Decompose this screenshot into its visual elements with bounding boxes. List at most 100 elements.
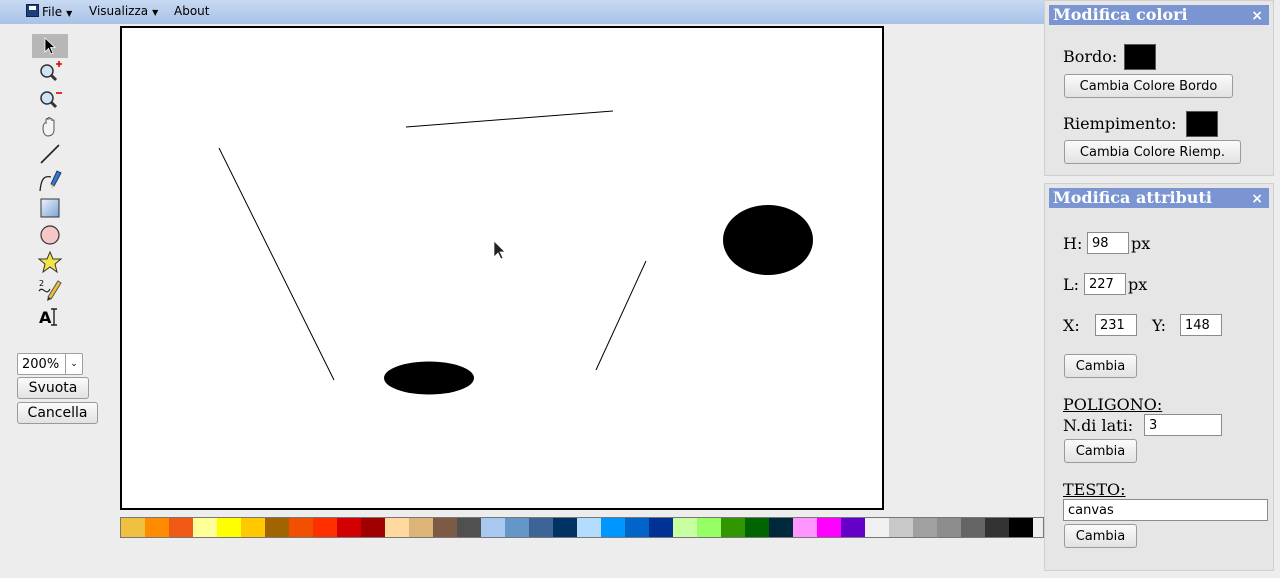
close-icon[interactable]: × — [1251, 6, 1263, 26]
rectangle-icon — [40, 198, 60, 218]
pencil-icon: 2 — [38, 279, 62, 301]
change-polygon-button[interactable]: Cambia — [1064, 439, 1137, 463]
zoom-select[interactable]: 200% ⌄ — [17, 353, 83, 375]
text-input[interactable]: canvas — [1063, 499, 1268, 521]
change-border-color-button[interactable]: Cambia Colore Bordo — [1064, 74, 1233, 98]
palette-swatch[interactable] — [241, 518, 265, 537]
palette-swatch[interactable] — [265, 518, 289, 537]
palette-swatch[interactable] — [337, 518, 361, 537]
palette-swatch[interactable] — [169, 518, 193, 537]
close-icon[interactable]: × — [1251, 189, 1263, 209]
palette-swatch[interactable] — [889, 518, 913, 537]
sides-input[interactable]: 3 — [1144, 414, 1222, 436]
palette-swatch[interactable] — [1009, 518, 1033, 537]
palette-swatch[interactable] — [793, 518, 817, 537]
line-tool[interactable] — [32, 142, 68, 166]
circle-icon — [40, 225, 60, 245]
palette-swatch[interactable] — [817, 518, 841, 537]
palette-swatch[interactable] — [721, 518, 745, 537]
palette-swatch[interactable] — [361, 518, 385, 537]
palette-swatch[interactable] — [457, 518, 481, 537]
border-label: Bordo: — [1063, 47, 1118, 66]
drawing-canvas[interactable] — [120, 26, 884, 510]
change-fill-color-button[interactable]: Cambia Colore Riemp. — [1064, 140, 1241, 164]
x-label: X: — [1063, 316, 1080, 335]
text-tool[interactable]: A — [32, 305, 68, 329]
palette-swatch[interactable] — [433, 518, 457, 537]
palette-swatch[interactable] — [121, 518, 145, 537]
palette-swatch[interactable] — [385, 518, 409, 537]
ellipse-shape[interactable] — [384, 361, 474, 395]
palette-swatch[interactable] — [193, 518, 217, 537]
width-label: L: — [1063, 275, 1080, 294]
palette-swatch[interactable] — [937, 518, 961, 537]
border-color-swatch — [1124, 44, 1156, 70]
palette-swatch[interactable] — [673, 518, 697, 537]
x-input[interactable]: 231 — [1095, 314, 1137, 336]
palette-swatch[interactable] — [697, 518, 721, 537]
height-unit: px — [1131, 234, 1151, 253]
about-menu[interactable]: About — [174, 4, 209, 18]
chevron-down-icon: ▼ — [66, 9, 73, 18]
palette-swatch[interactable] — [313, 518, 337, 537]
fill-label: Riempimento: — [1063, 114, 1177, 133]
palette-swatch[interactable] — [529, 518, 553, 537]
line-shape[interactable] — [595, 260, 647, 371]
pen-curve-icon — [39, 170, 62, 192]
delete-button[interactable]: Cancella — [17, 402, 98, 424]
pan-tool[interactable] — [32, 115, 68, 139]
palette-swatch[interactable] — [481, 518, 505, 537]
palette-swatch[interactable] — [961, 518, 985, 537]
polyline-tool[interactable] — [32, 169, 68, 193]
polygon-tool[interactable] — [32, 250, 68, 274]
zoom-in-tool[interactable] — [32, 60, 68, 84]
mouse-cursor-icon — [493, 240, 506, 260]
palette-swatch[interactable] — [865, 518, 889, 537]
change-attributes-button[interactable]: Cambia — [1064, 354, 1137, 378]
palette-swatch[interactable] — [913, 518, 937, 537]
width-unit: px — [1128, 275, 1148, 294]
view-menu[interactable]: Visualizza ▼ — [89, 4, 158, 18]
palette-swatch[interactable] — [625, 518, 649, 537]
width-input[interactable]: 227 — [1084, 273, 1126, 295]
ellipse-shape[interactable] — [723, 205, 813, 275]
select-tool[interactable] — [32, 34, 68, 58]
line-shape[interactable] — [405, 110, 614, 128]
svg-text:A: A — [39, 308, 52, 327]
palette-swatch[interactable] — [985, 518, 1009, 537]
palette-swatch[interactable] — [649, 518, 673, 537]
colors-panel: Modifica colori × Bordo: Cambia Colore B… — [1044, 0, 1274, 176]
canvas-shapes — [218, 110, 813, 395]
palette-swatch[interactable] — [769, 518, 793, 537]
clear-button[interactable]: Svuota — [17, 377, 89, 399]
palette-swatch[interactable] — [745, 518, 769, 537]
palette-swatch[interactable] — [217, 518, 241, 537]
file-menu[interactable]: File ▼ — [26, 4, 72, 19]
change-text-button[interactable]: Cambia — [1064, 524, 1137, 548]
y-label: Y: — [1152, 316, 1166, 335]
height-input[interactable]: 98 — [1087, 232, 1129, 254]
chevron-down-icon: ▼ — [152, 8, 159, 17]
zoom-out-tool[interactable] — [32, 87, 68, 111]
polygon-heading: POLIGONO: — [1063, 395, 1163, 414]
palette-swatch[interactable] — [409, 518, 433, 537]
star-icon — [37, 250, 63, 274]
arrow-cursor-icon — [44, 37, 57, 55]
freehand-tool[interactable]: 2 — [32, 277, 68, 301]
zoom-in-icon — [40, 61, 62, 82]
svg-text:2: 2 — [39, 279, 44, 288]
y-input[interactable]: 148 — [1180, 314, 1222, 336]
palette-swatch[interactable] — [841, 518, 865, 537]
palette-swatch[interactable] — [553, 518, 577, 537]
fill-color-swatch — [1186, 111, 1218, 137]
palette-swatch[interactable] — [601, 518, 625, 537]
palette-swatch[interactable] — [289, 518, 313, 537]
ellipse-tool[interactable] — [32, 223, 68, 247]
line-shape[interactable] — [218, 147, 335, 381]
palette-swatch[interactable] — [577, 518, 601, 537]
rectangle-tool[interactable] — [32, 196, 68, 220]
height-label: H: — [1063, 234, 1083, 253]
palette-swatch[interactable] — [145, 518, 169, 537]
attributes-panel-title: Modifica attributi × — [1049, 188, 1269, 208]
palette-swatch[interactable] — [505, 518, 529, 537]
